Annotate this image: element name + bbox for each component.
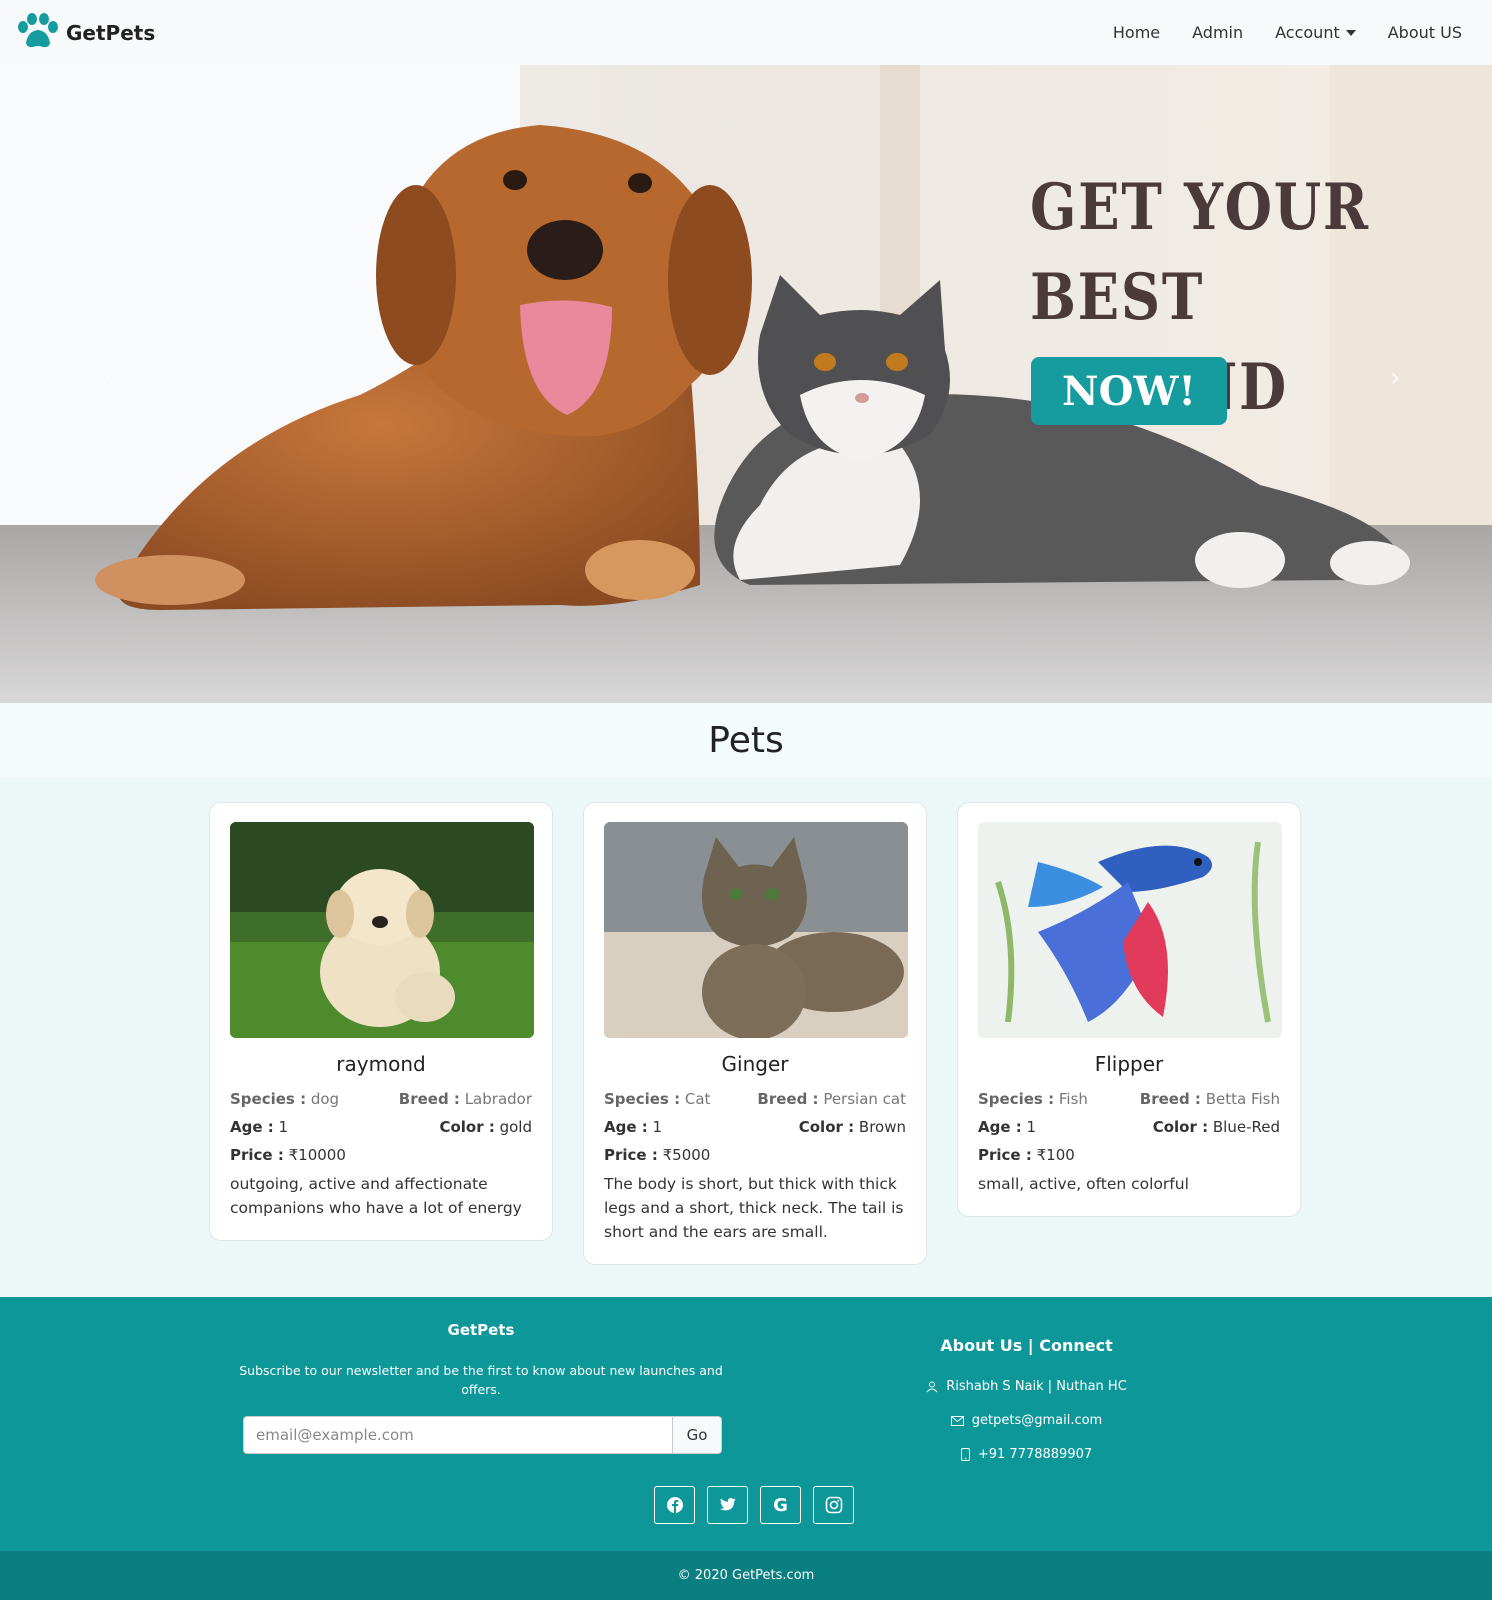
pet-description: small, active, often colorful xyxy=(978,1175,1189,1193)
contact-names-text: Rishabh S Naik | Nuthan HC xyxy=(946,1379,1127,1394)
color-value: Blue-Red xyxy=(1212,1118,1280,1136)
footer-brand: GetPets xyxy=(447,1321,515,1339)
carousel-next-icon[interactable]: › xyxy=(1390,363,1400,393)
carousel-prev-icon[interactable]: ‹ xyxy=(105,363,115,393)
nav-link-account-label: Account xyxy=(1275,23,1340,42)
navbar: GetPets Home Admin Account About US xyxy=(0,0,1492,65)
age-color-row: Age : 1 Color : Blue-Red xyxy=(978,1118,1280,1136)
price-row: Price : ₹100 xyxy=(978,1146,1280,1164)
color-label: Color : xyxy=(798,1118,855,1136)
species-label: Species : xyxy=(230,1090,307,1108)
pets-section-header: Pets xyxy=(0,703,1492,778)
instagram-icon[interactable] xyxy=(813,1486,854,1524)
pet-card[interactable]: Ginger Species : Cat Breed : Persian cat… xyxy=(583,802,927,1265)
nav-dropdown-account[interactable]: Account xyxy=(1275,23,1356,42)
age-value: 1 xyxy=(652,1118,663,1136)
price-row: Price : ₹10000 xyxy=(230,1146,532,1164)
footer: GetPets Subscribe to our newsletter and … xyxy=(0,1297,1492,1551)
copyright-text: © 2020 GetPets.com xyxy=(677,1568,815,1583)
pet-description: outgoing, active and affectionate compan… xyxy=(230,1175,522,1217)
pet-image-cat xyxy=(604,822,908,1038)
pets-section-title: Pets xyxy=(708,720,784,761)
breed-label: Breed : xyxy=(1139,1090,1201,1108)
age-color-row: Age : 1 Color : gold xyxy=(230,1118,532,1136)
price-row: Price : ₹5000 xyxy=(604,1146,906,1164)
social-links: G xyxy=(654,1486,854,1524)
hero-carousel: GET YOUR BEST FRIEND NOW! ‹ › xyxy=(0,65,1492,703)
footer-about-title: About Us | Connect xyxy=(940,1336,1113,1355)
pet-image-fish xyxy=(978,822,1282,1038)
age-label: Age : xyxy=(230,1118,274,1136)
brand-name: GetPets xyxy=(66,20,156,45)
age-label: Age : xyxy=(604,1118,648,1136)
age-value: 1 xyxy=(1026,1118,1037,1136)
species-value: Cat xyxy=(684,1090,711,1108)
hero-now-button[interactable]: NOW! xyxy=(1031,357,1227,425)
envelope-icon xyxy=(950,1415,964,1426)
pet-name: Flipper xyxy=(1094,1052,1164,1076)
color-label: Color : xyxy=(439,1118,495,1136)
age-color-row: Age : 1 Color : Brown xyxy=(604,1118,906,1136)
brand[interactable]: GetPets xyxy=(16,12,156,53)
pet-image-puppy xyxy=(230,822,534,1038)
species-breed-row: Species : Cat Breed : Persian cat xyxy=(604,1090,906,1108)
color-value: Brown xyxy=(858,1118,906,1136)
age-value: 1 xyxy=(278,1118,289,1136)
footer-contact-names: Rishabh S Naik | Nuthan HC xyxy=(880,1379,1173,1394)
paw-logo-icon xyxy=(16,12,60,53)
breed-value: Labrador xyxy=(464,1090,532,1108)
species-label: Species : xyxy=(978,1090,1055,1108)
species-breed-row: Species : dog Breed : Labrador xyxy=(230,1090,532,1108)
breed-value: Persian cat xyxy=(823,1090,906,1108)
price-value: ₹100 xyxy=(1036,1146,1075,1164)
price-value: ₹5000 xyxy=(662,1146,711,1164)
price-label: Price : xyxy=(604,1146,658,1164)
color-label: Color : xyxy=(1152,1118,1209,1136)
facebook-icon[interactable] xyxy=(654,1486,695,1524)
pet-card[interactable]: Flipper Species : Fish Breed : Betta Fis… xyxy=(957,802,1301,1217)
age-label: Age : xyxy=(978,1118,1022,1136)
caret-down-icon xyxy=(1345,29,1356,36)
newsletter-email-input[interactable] xyxy=(243,1416,673,1454)
nav-link-home[interactable]: Home xyxy=(1113,23,1160,42)
footer-contact-phone: +91 7778889907 xyxy=(880,1447,1173,1462)
newsletter-text: Subscribe to our newsletter and be the f… xyxy=(239,1363,723,1397)
nav-link-about[interactable]: About US xyxy=(1388,23,1462,42)
species-label: Species : xyxy=(604,1090,681,1108)
breed-label: Breed : xyxy=(398,1090,460,1108)
breed-value: Betta Fish xyxy=(1205,1090,1280,1108)
species-breed-row: Species : Fish Breed : Betta Fish xyxy=(978,1090,1280,1108)
phone-icon xyxy=(960,1448,970,1461)
copyright-bar: © 2020 GetPets.com xyxy=(0,1551,1492,1600)
person-icon xyxy=(926,1381,938,1392)
contact-email-text[interactable]: getpets@gmail.com xyxy=(972,1413,1102,1428)
pet-description: The body is short, but thick with thick … xyxy=(604,1175,904,1241)
nav-link-admin[interactable]: Admin xyxy=(1192,23,1243,42)
nav-links: Home Admin Account About US xyxy=(1113,23,1476,42)
newsletter-go-button[interactable]: Go xyxy=(673,1416,722,1454)
footer-contact-email: getpets@gmail.com xyxy=(880,1413,1173,1428)
price-label: Price : xyxy=(978,1146,1032,1164)
species-value: dog xyxy=(310,1090,340,1108)
twitter-icon[interactable] xyxy=(707,1486,748,1524)
pet-card-list: raymond Species : dog Breed : Labrador A… xyxy=(209,802,1301,1265)
price-value: ₹10000 xyxy=(288,1146,346,1164)
price-label: Price : xyxy=(230,1146,284,1164)
newsletter-form: Go xyxy=(243,1416,722,1454)
pet-name: raymond xyxy=(336,1052,426,1076)
pet-card[interactable]: raymond Species : dog Breed : Labrador A… xyxy=(209,802,553,1241)
species-value: Fish xyxy=(1058,1090,1088,1108)
breed-label: Breed : xyxy=(757,1090,819,1108)
google-icon[interactable]: G xyxy=(760,1486,801,1524)
color-value: gold xyxy=(499,1118,532,1136)
contact-phone-text: +91 7778889907 xyxy=(977,1447,1093,1462)
hero-title-line1: GET YOUR xyxy=(1030,170,1370,245)
pet-name: Ginger xyxy=(721,1052,789,1076)
